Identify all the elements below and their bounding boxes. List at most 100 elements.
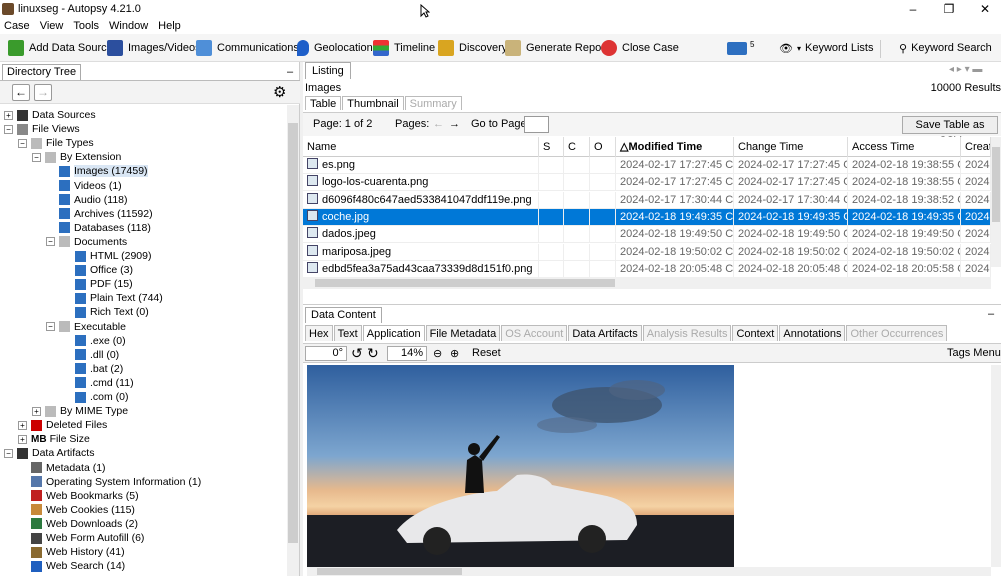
minimize-content-button[interactable]: – bbox=[988, 308, 994, 320]
tree-node[interactable]: − File Types bbox=[18, 136, 94, 150]
add-data-source-button[interactable]: Add Data Source bbox=[8, 38, 113, 58]
tree-node[interactable]: Plain Text (744) bbox=[62, 291, 163, 305]
menu-window[interactable]: Window bbox=[109, 20, 148, 32]
tree-node[interactable]: Rich Text (0) bbox=[62, 305, 149, 319]
reset-zoom-button[interactable]: Reset bbox=[472, 347, 501, 359]
minimize-panel-button[interactable]: – bbox=[287, 66, 293, 78]
tree-node[interactable]: − Documents bbox=[46, 235, 127, 249]
discovery-button[interactable]: Discovery bbox=[438, 38, 507, 58]
table-row[interactable]: es.png 2024-02-17 17:27:45 CET2024-02-17 … bbox=[303, 157, 991, 174]
zoom-out-icon[interactable]: ⊖ bbox=[433, 347, 442, 360]
tab-thumbnail[interactable]: Thumbnail bbox=[342, 96, 404, 110]
tree-node[interactable]: − Executable bbox=[46, 320, 126, 334]
tree-node[interactable]: Databases (118) bbox=[46, 221, 151, 235]
tab-application[interactable]: Application bbox=[362, 325, 425, 341]
tree-node[interactable]: Office (3) bbox=[62, 263, 133, 277]
tree-node[interactable]: Metadata (1) bbox=[18, 461, 106, 475]
close-case-button[interactable]: Close Case bbox=[601, 38, 679, 58]
tab-text[interactable]: Text bbox=[333, 325, 362, 341]
tab-other-occurrences[interactable]: Other Occurrences bbox=[846, 325, 948, 341]
column-s[interactable]: S bbox=[539, 137, 564, 157]
menu-help[interactable]: Help bbox=[158, 20, 181, 32]
tab-hex[interactable]: Hex bbox=[305, 325, 333, 341]
prev-page-icon[interactable]: ← bbox=[433, 118, 444, 130]
collapse-icon[interactable]: − bbox=[46, 237, 55, 247]
table-vertical-scrollbar-thumb[interactable] bbox=[992, 147, 1000, 222]
geolocation-button[interactable]: Geolocation bbox=[297, 38, 373, 58]
tree-node[interactable]: + By MIME Type bbox=[32, 404, 128, 418]
tree-node[interactable]: Web History (41) bbox=[18, 545, 125, 559]
tab-file-metadata[interactable]: File Metadata bbox=[425, 325, 501, 341]
close-window-button[interactable]: ✕ bbox=[967, 0, 1001, 18]
expand-icon[interactable]: + bbox=[18, 434, 27, 444]
zoom-in-icon[interactable]: ⊕ bbox=[450, 347, 459, 360]
tab-listing[interactable]: Listing bbox=[305, 62, 351, 79]
table-row[interactable]: dados.jpeg2024-02-18 19:49:50 CET2024-02… bbox=[303, 226, 991, 244]
tree-node[interactable]: Videos (1) bbox=[46, 179, 122, 193]
tree-node[interactable]: − File Views bbox=[4, 122, 80, 136]
tab-os-account[interactable]: OS Account bbox=[501, 325, 568, 341]
viewer-vertical-scrollbar[interactable] bbox=[991, 365, 1001, 567]
column-modified-time[interactable]: △Modified Time bbox=[616, 137, 734, 157]
tree-node[interactable]: Web Search (14) bbox=[18, 559, 125, 573]
table-vertical-scrollbar[interactable] bbox=[991, 137, 1001, 267]
timeline-button[interactable]: Timeline bbox=[373, 38, 435, 58]
column-change-time[interactable]: Change Time bbox=[734, 137, 848, 157]
collapse-icon[interactable]: − bbox=[46, 322, 55, 331]
column-access-time[interactable]: Access Time bbox=[848, 137, 961, 157]
tree-node[interactable]: .dll (0) bbox=[62, 348, 119, 362]
next-page-icon[interactable]: → bbox=[449, 118, 460, 130]
column-c[interactable]: C bbox=[564, 137, 590, 157]
collapse-icon[interactable]: − bbox=[32, 152, 41, 162]
collapse-icon[interactable]: − bbox=[18, 138, 27, 148]
tab-analysis-results[interactable]: Analysis Results bbox=[642, 325, 732, 341]
tab-data-artifacts[interactable]: Data Artifacts bbox=[568, 325, 642, 341]
rotation-field[interactable]: 0° bbox=[305, 346, 347, 361]
table-row[interactable]: edbd5fea3a75ad43caa73339d8d151f0.png 2024… bbox=[303, 260, 991, 278]
tab-table[interactable]: Table bbox=[305, 96, 342, 110]
tab-data-content[interactable]: Data Content bbox=[305, 307, 382, 323]
tab-annotations[interactable]: Annotations bbox=[779, 325, 846, 341]
tree-node[interactable]: Audio (118) bbox=[46, 193, 128, 207]
keyword-lists-button[interactable]: 👁 ▾ Keyword Lists bbox=[779, 38, 873, 58]
rotate-right-icon[interactable]: ↻ bbox=[367, 345, 379, 362]
tree-node[interactable]: + MB File Size bbox=[18, 432, 90, 446]
collapse-icon[interactable]: − bbox=[4, 124, 13, 134]
maximize-button[interactable]: ❐ bbox=[931, 0, 967, 18]
column-name[interactable]: Name bbox=[303, 137, 539, 157]
expand-icon[interactable]: + bbox=[18, 420, 27, 430]
expand-icon[interactable]: + bbox=[4, 110, 13, 120]
rotate-left-icon[interactable]: ↺ bbox=[351, 345, 363, 362]
zoom-field[interactable]: 14% bbox=[387, 346, 427, 361]
tree-node[interactable]: − Data Artifacts bbox=[4, 446, 94, 460]
save-table-csv-button[interactable]: Save Table as CSV bbox=[902, 116, 998, 147]
tree-node[interactable]: + Data Sources bbox=[4, 108, 96, 122]
tree-node[interactable]: + Deleted Files bbox=[18, 418, 107, 432]
tree-node[interactable]: Web Downloads (2) bbox=[18, 517, 138, 531]
viewer-horizontal-scrollbar-thumb[interactable] bbox=[317, 568, 462, 575]
tree-scrollbar[interactable] bbox=[287, 105, 299, 576]
tree-node[interactable]: .bat (2) bbox=[62, 362, 123, 376]
column-o[interactable]: O bbox=[590, 137, 616, 157]
images-videos-button[interactable]: Images/Videos bbox=[107, 38, 201, 58]
table-horizontal-scrollbar[interactable] bbox=[303, 277, 991, 289]
menu-case[interactable]: Case bbox=[4, 20, 30, 32]
keyword-search-button[interactable]: ⚲ Keyword Search bbox=[899, 38, 992, 58]
tree-scrollbar-thumb[interactable] bbox=[288, 123, 298, 543]
collapse-icon[interactable]: − bbox=[4, 448, 13, 458]
viewer-horizontal-scrollbar[interactable] bbox=[307, 567, 991, 576]
column-creation-time[interactable]: Creat bbox=[961, 137, 991, 157]
forward-arrow-icon[interactable]: → bbox=[34, 84, 52, 101]
table-row[interactable]: mariposa.jpeg2024-02-18 19:50:02 CET2024… bbox=[303, 243, 991, 261]
tree-node[interactable]: − By Extension bbox=[32, 150, 121, 164]
listing-tab-controls[interactable]: ◂ ▸ ▾ ▬ bbox=[949, 64, 982, 75]
communications-button[interactable]: Communications bbox=[196, 38, 299, 58]
tab-directory-tree[interactable]: Directory Tree bbox=[2, 64, 82, 80]
table-row[interactable]: d6096f480c647aed533841047ddf119e.png 2024… bbox=[303, 191, 991, 209]
tree-node[interactable]: .com (0) bbox=[62, 390, 129, 404]
generate-report-button[interactable]: Generate Report bbox=[505, 38, 608, 58]
gear-icon[interactable]: ⚙ bbox=[273, 84, 286, 101]
messages-button[interactable]: 5 bbox=[727, 38, 754, 58]
tree-node[interactable]: Operating System Information (1) bbox=[18, 475, 201, 489]
menu-view[interactable]: View bbox=[40, 20, 64, 32]
